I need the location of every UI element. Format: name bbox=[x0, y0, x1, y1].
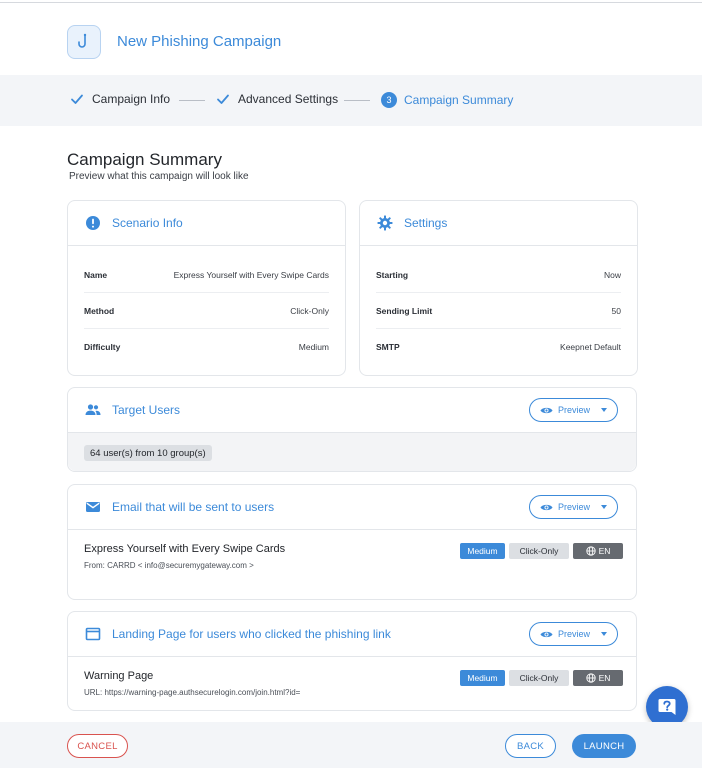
card-title: Scenario Info bbox=[112, 216, 183, 230]
step-label: Campaign Summary bbox=[404, 93, 514, 107]
landing-page-name: Warning Page bbox=[84, 670, 154, 682]
step-label: Campaign Info bbox=[92, 92, 171, 106]
chevron-down-icon bbox=[601, 505, 607, 509]
stepper: Campaign Info Advanced Settings 3 Campai… bbox=[0, 75, 702, 126]
target-users-card: Target Users Preview 64 user(s) from 10 … bbox=[67, 387, 637, 472]
kv-key: Name bbox=[84, 269, 108, 280]
cancel-button[interactable]: CANCEL bbox=[67, 734, 128, 758]
card-header: Target Users Preview bbox=[68, 388, 636, 433]
card-title: Target Users bbox=[112, 403, 181, 417]
step-divider bbox=[344, 100, 370, 101]
kv-key: Method bbox=[84, 305, 115, 316]
landing-page-url: URL: https://warning-page.authsecurelogi… bbox=[84, 688, 301, 697]
difficulty-badge: Medium bbox=[460, 543, 505, 559]
gear-icon bbox=[377, 215, 393, 231]
language-badge: EN bbox=[573, 670, 623, 686]
language-badge: EN bbox=[573, 543, 623, 559]
method-badge: Click-Only bbox=[509, 670, 569, 686]
launch-button[interactable]: LAUNCH bbox=[572, 734, 636, 758]
kv-row-starting: Starting Now bbox=[376, 257, 621, 293]
kv-row-method: Method Click-Only bbox=[84, 293, 329, 329]
landing-tags: Medium Click-Only EN bbox=[460, 670, 623, 686]
card-header: Landing Page for users who clicked the p… bbox=[68, 612, 636, 657]
page-header: New Phishing Campaign bbox=[0, 3, 702, 75]
kv-value: Click-Only bbox=[290, 305, 329, 316]
kv-key: Starting bbox=[376, 269, 409, 280]
section-subtitle: Preview what this campaign will look lik… bbox=[69, 171, 249, 182]
kv-key: SMTP bbox=[376, 342, 400, 352]
check-icon bbox=[217, 94, 229, 104]
step-advanced-settings[interactable]: Advanced Settings bbox=[216, 92, 338, 106]
preview-label: Preview bbox=[557, 629, 590, 639]
globe-icon bbox=[585, 673, 596, 683]
preview-label: Preview bbox=[557, 502, 590, 512]
section-title: Campaign Summary bbox=[67, 150, 222, 169]
card-header: Settings bbox=[360, 201, 637, 246]
step-campaign-info[interactable]: Campaign Info bbox=[70, 92, 170, 106]
scenario-info-card: Scenario Info Name Express Yourself with… bbox=[67, 200, 346, 376]
email-template-name: Express Yourself with Every Swipe Cards bbox=[84, 543, 286, 555]
envelope-icon bbox=[86, 502, 100, 512]
kv-key: Difficulty bbox=[84, 342, 121, 352]
chevron-down-icon bbox=[601, 408, 607, 412]
card-body: 64 user(s) from 10 group(s) bbox=[68, 433, 636, 471]
users-icon bbox=[85, 404, 101, 415]
difficulty-badge: Medium bbox=[460, 670, 505, 686]
kv-value: 50 bbox=[611, 305, 621, 316]
card-header: Email that will be sent to users Preview bbox=[68, 485, 636, 530]
method-badge: Click-Only bbox=[509, 543, 569, 559]
check-icon bbox=[71, 94, 83, 104]
page-title: New Phishing Campaign bbox=[117, 33, 282, 50]
target-users-preview-button[interactable]: Preview bbox=[529, 398, 618, 422]
target-users-chip: 64 user(s) from 10 group(s) bbox=[84, 445, 212, 461]
email-from: From: CARRD < info@securemygateway.com > bbox=[84, 561, 254, 570]
kv-value: Keepnet Default bbox=[560, 342, 621, 352]
globe-icon bbox=[585, 546, 596, 556]
language-label: EN bbox=[598, 673, 611, 683]
kv-row-sending-limit: Sending Limit 50 bbox=[376, 293, 621, 329]
help-icon bbox=[658, 699, 676, 715]
email-card: Email that will be sent to users Preview… bbox=[67, 484, 637, 600]
email-preview-button[interactable]: Preview bbox=[529, 495, 618, 519]
landing-preview-button[interactable]: Preview bbox=[529, 622, 618, 646]
kv-value: Express Yourself with Every Swipe Cards bbox=[173, 269, 329, 280]
kv-row-smtp: SMTP Keepnet Default bbox=[376, 329, 621, 365]
footer-bar: CANCEL BACK LAUNCH bbox=[0, 722, 702, 768]
email-tags: Medium Click-Only EN bbox=[460, 543, 623, 559]
step-campaign-summary[interactable]: 3 Campaign Summary bbox=[381, 92, 513, 108]
kv-row-name: Name Express Yourself with Every Swipe C… bbox=[84, 257, 329, 293]
eye-icon bbox=[540, 407, 553, 413]
landing-page-card: Landing Page for users who clicked the p… bbox=[67, 611, 637, 711]
card-title: Email that will be sent to users bbox=[112, 500, 275, 514]
card-title: Settings bbox=[404, 216, 448, 230]
info-circle-icon bbox=[86, 216, 100, 230]
browser-window-icon bbox=[85, 627, 101, 641]
kv-value: Now bbox=[603, 269, 621, 280]
step-number: 3 bbox=[381, 92, 397, 108]
language-label: EN bbox=[598, 546, 611, 556]
preview-label: Preview bbox=[557, 405, 590, 415]
eye-icon bbox=[540, 631, 553, 637]
kv-key: Sending Limit bbox=[376, 305, 433, 316]
hook-icon bbox=[67, 25, 101, 59]
card-title: Landing Page for users who clicked the p… bbox=[112, 627, 391, 641]
kv-value: Medium bbox=[298, 342, 329, 352]
step-label: Advanced Settings bbox=[238, 92, 339, 106]
settings-card: Settings Starting Now Sending Limit 50 S… bbox=[359, 200, 638, 376]
card-header: Scenario Info bbox=[68, 201, 345, 246]
chevron-down-icon bbox=[601, 632, 607, 636]
kv-row-difficulty: Difficulty Medium bbox=[84, 329, 329, 365]
step-divider bbox=[179, 100, 205, 101]
eye-icon bbox=[540, 504, 553, 510]
back-button[interactable]: BACK bbox=[505, 734, 556, 758]
